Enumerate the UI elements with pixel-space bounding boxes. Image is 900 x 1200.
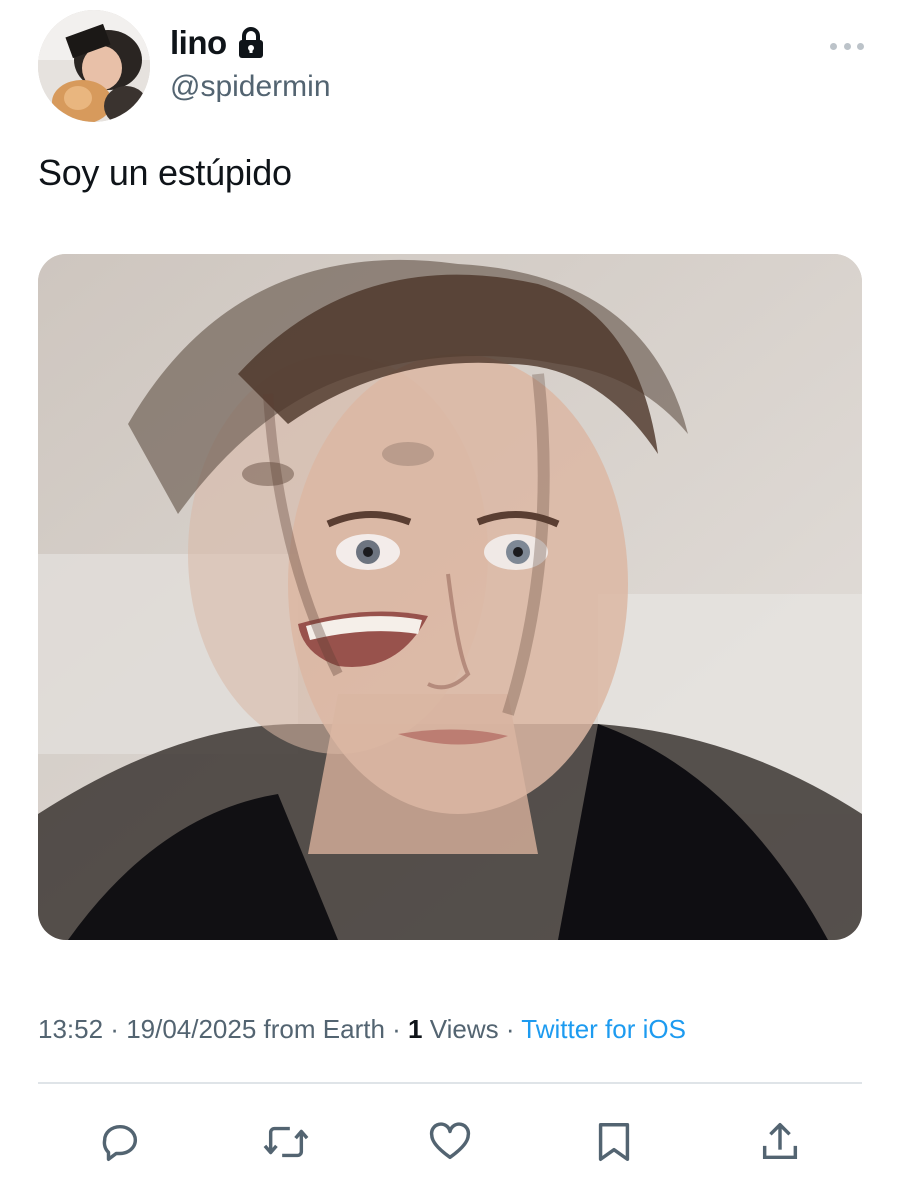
tweet-location: from Earth bbox=[256, 1014, 385, 1044]
photo-image bbox=[38, 254, 862, 940]
bookmark-icon bbox=[598, 1123, 630, 1161]
reply-icon bbox=[102, 1124, 138, 1161]
lock-icon bbox=[237, 27, 265, 59]
bookmark-button[interactable] bbox=[584, 1112, 644, 1172]
tweet-detail: lino @spidermin Soy un estúpido 13:52 · … bbox=[0, 0, 900, 1200]
author-handle[interactable]: @spidermin bbox=[170, 70, 331, 104]
tweet-media-photo[interactable] bbox=[38, 254, 862, 940]
divider bbox=[38, 1082, 862, 1084]
avatar[interactable] bbox=[38, 10, 150, 122]
views-count: 1 bbox=[408, 1014, 423, 1044]
author-name-row: lino bbox=[170, 24, 265, 62]
like-button[interactable] bbox=[420, 1112, 480, 1172]
share-icon bbox=[762, 1123, 798, 1160]
share-button[interactable] bbox=[750, 1112, 810, 1172]
meta-separator: · bbox=[498, 1014, 522, 1044]
tweet-meta: 13:52 · 19/04/2025 from Earth · 1 Views … bbox=[38, 1014, 686, 1045]
retweet-button[interactable] bbox=[256, 1112, 316, 1172]
avatar-image bbox=[38, 10, 150, 122]
more-options-icon[interactable] bbox=[830, 36, 864, 56]
tweet-source-link[interactable]: Twitter for iOS bbox=[521, 1014, 686, 1044]
meta-separator: · bbox=[384, 1014, 409, 1044]
like-icon bbox=[429, 1122, 471, 1160]
tweet-time[interactable]: 13:52 bbox=[38, 1014, 103, 1044]
action-bar bbox=[38, 1112, 862, 1172]
retweet-icon bbox=[263, 1126, 309, 1158]
meta-separator: · bbox=[103, 1014, 127, 1044]
reply-button[interactable] bbox=[90, 1112, 150, 1172]
author-display-name[interactable]: lino bbox=[170, 24, 227, 62]
tweet-date[interactable]: 19/04/2025 bbox=[126, 1014, 256, 1044]
views-label: Views bbox=[422, 1014, 499, 1044]
tweet-text: Soy un estúpido bbox=[38, 152, 292, 193]
